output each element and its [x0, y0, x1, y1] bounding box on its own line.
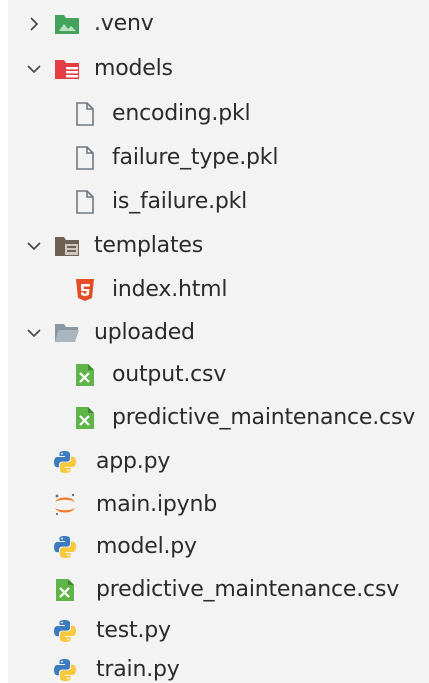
tree-item-label: encoding.pkl — [112, 101, 251, 126]
models-folder-icon — [54, 56, 80, 82]
tree-item-models[interactable]: models — [0, 49, 429, 89]
tree-item-train-py[interactable]: train.py — [0, 650, 429, 683]
python-icon — [52, 657, 78, 683]
chevron-right-icon[interactable] — [24, 14, 44, 34]
tree-item-venv[interactable]: .venv — [0, 4, 429, 44]
tree-item-label: main.ipynb — [96, 492, 217, 517]
tree-item-label: failure_type.pkl — [112, 145, 279, 170]
tree-item-test-py[interactable]: test.py — [0, 611, 429, 651]
tree-item-failure-type-pkl[interactable]: failure_type.pkl — [0, 138, 429, 178]
html5-icon — [72, 277, 98, 303]
tree-item-label: train.py — [96, 657, 180, 682]
jupyter-icon — [52, 492, 78, 518]
folder-open-icon — [54, 320, 80, 346]
env-folder-icon — [54, 11, 80, 37]
tree-item-label: index.html — [112, 277, 228, 302]
tree-item-encoding-pkl[interactable]: encoding.pkl — [0, 94, 429, 134]
tree-item-uploaded[interactable]: uploaded — [0, 313, 429, 353]
tree-item-output-csv[interactable]: output.csv — [0, 355, 429, 395]
tree-item-templates[interactable]: templates — [0, 226, 429, 266]
csv-icon — [72, 362, 98, 388]
tree-item-index-html[interactable]: index.html — [0, 270, 429, 310]
tree-item-label: predictive_maintenance.csv — [96, 577, 400, 602]
tree-item-label: uploaded — [94, 320, 195, 345]
tree-item-label: models — [94, 56, 173, 81]
tree-item-label: templates — [94, 233, 203, 258]
tree-item-predictive-maintenance-csv[interactable]: predictive_maintenance.csv — [0, 570, 429, 610]
tree-item-uploaded-predictive-maintenance-csv[interactable]: predictive_maintenance.csv — [0, 398, 429, 438]
file-icon — [72, 145, 98, 171]
python-icon — [52, 618, 78, 644]
chevron-down-icon[interactable] — [24, 236, 44, 256]
file-icon — [72, 101, 98, 127]
tree-item-label: .venv — [94, 11, 154, 36]
tree-item-label: output.csv — [112, 362, 227, 387]
tree-item-is-failure-pkl[interactable]: is_failure.pkl — [0, 182, 429, 222]
tree-item-main-ipynb[interactable]: main.ipynb — [0, 485, 429, 525]
csv-icon — [72, 405, 98, 431]
tree-item-label: app.py — [96, 449, 171, 474]
csv-icon — [52, 577, 78, 603]
python-icon — [52, 449, 78, 475]
chevron-down-icon[interactable] — [24, 59, 44, 79]
python-icon — [52, 534, 78, 560]
tree-item-label: predictive_maintenance.csv — [112, 405, 416, 430]
tree-item-label: is_failure.pkl — [112, 189, 248, 214]
file-icon — [72, 189, 98, 215]
chevron-down-icon[interactable] — [24, 323, 44, 343]
tree-item-model-py[interactable]: model.py — [0, 527, 429, 567]
tree-item-app-py[interactable]: app.py — [0, 442, 429, 482]
tree-item-label: model.py — [96, 534, 197, 559]
templates-folder-icon — [54, 233, 80, 259]
tree-item-label: test.py — [96, 618, 171, 643]
file-explorer: .venv models encoding.pkl failure_type.p… — [0, 0, 429, 683]
